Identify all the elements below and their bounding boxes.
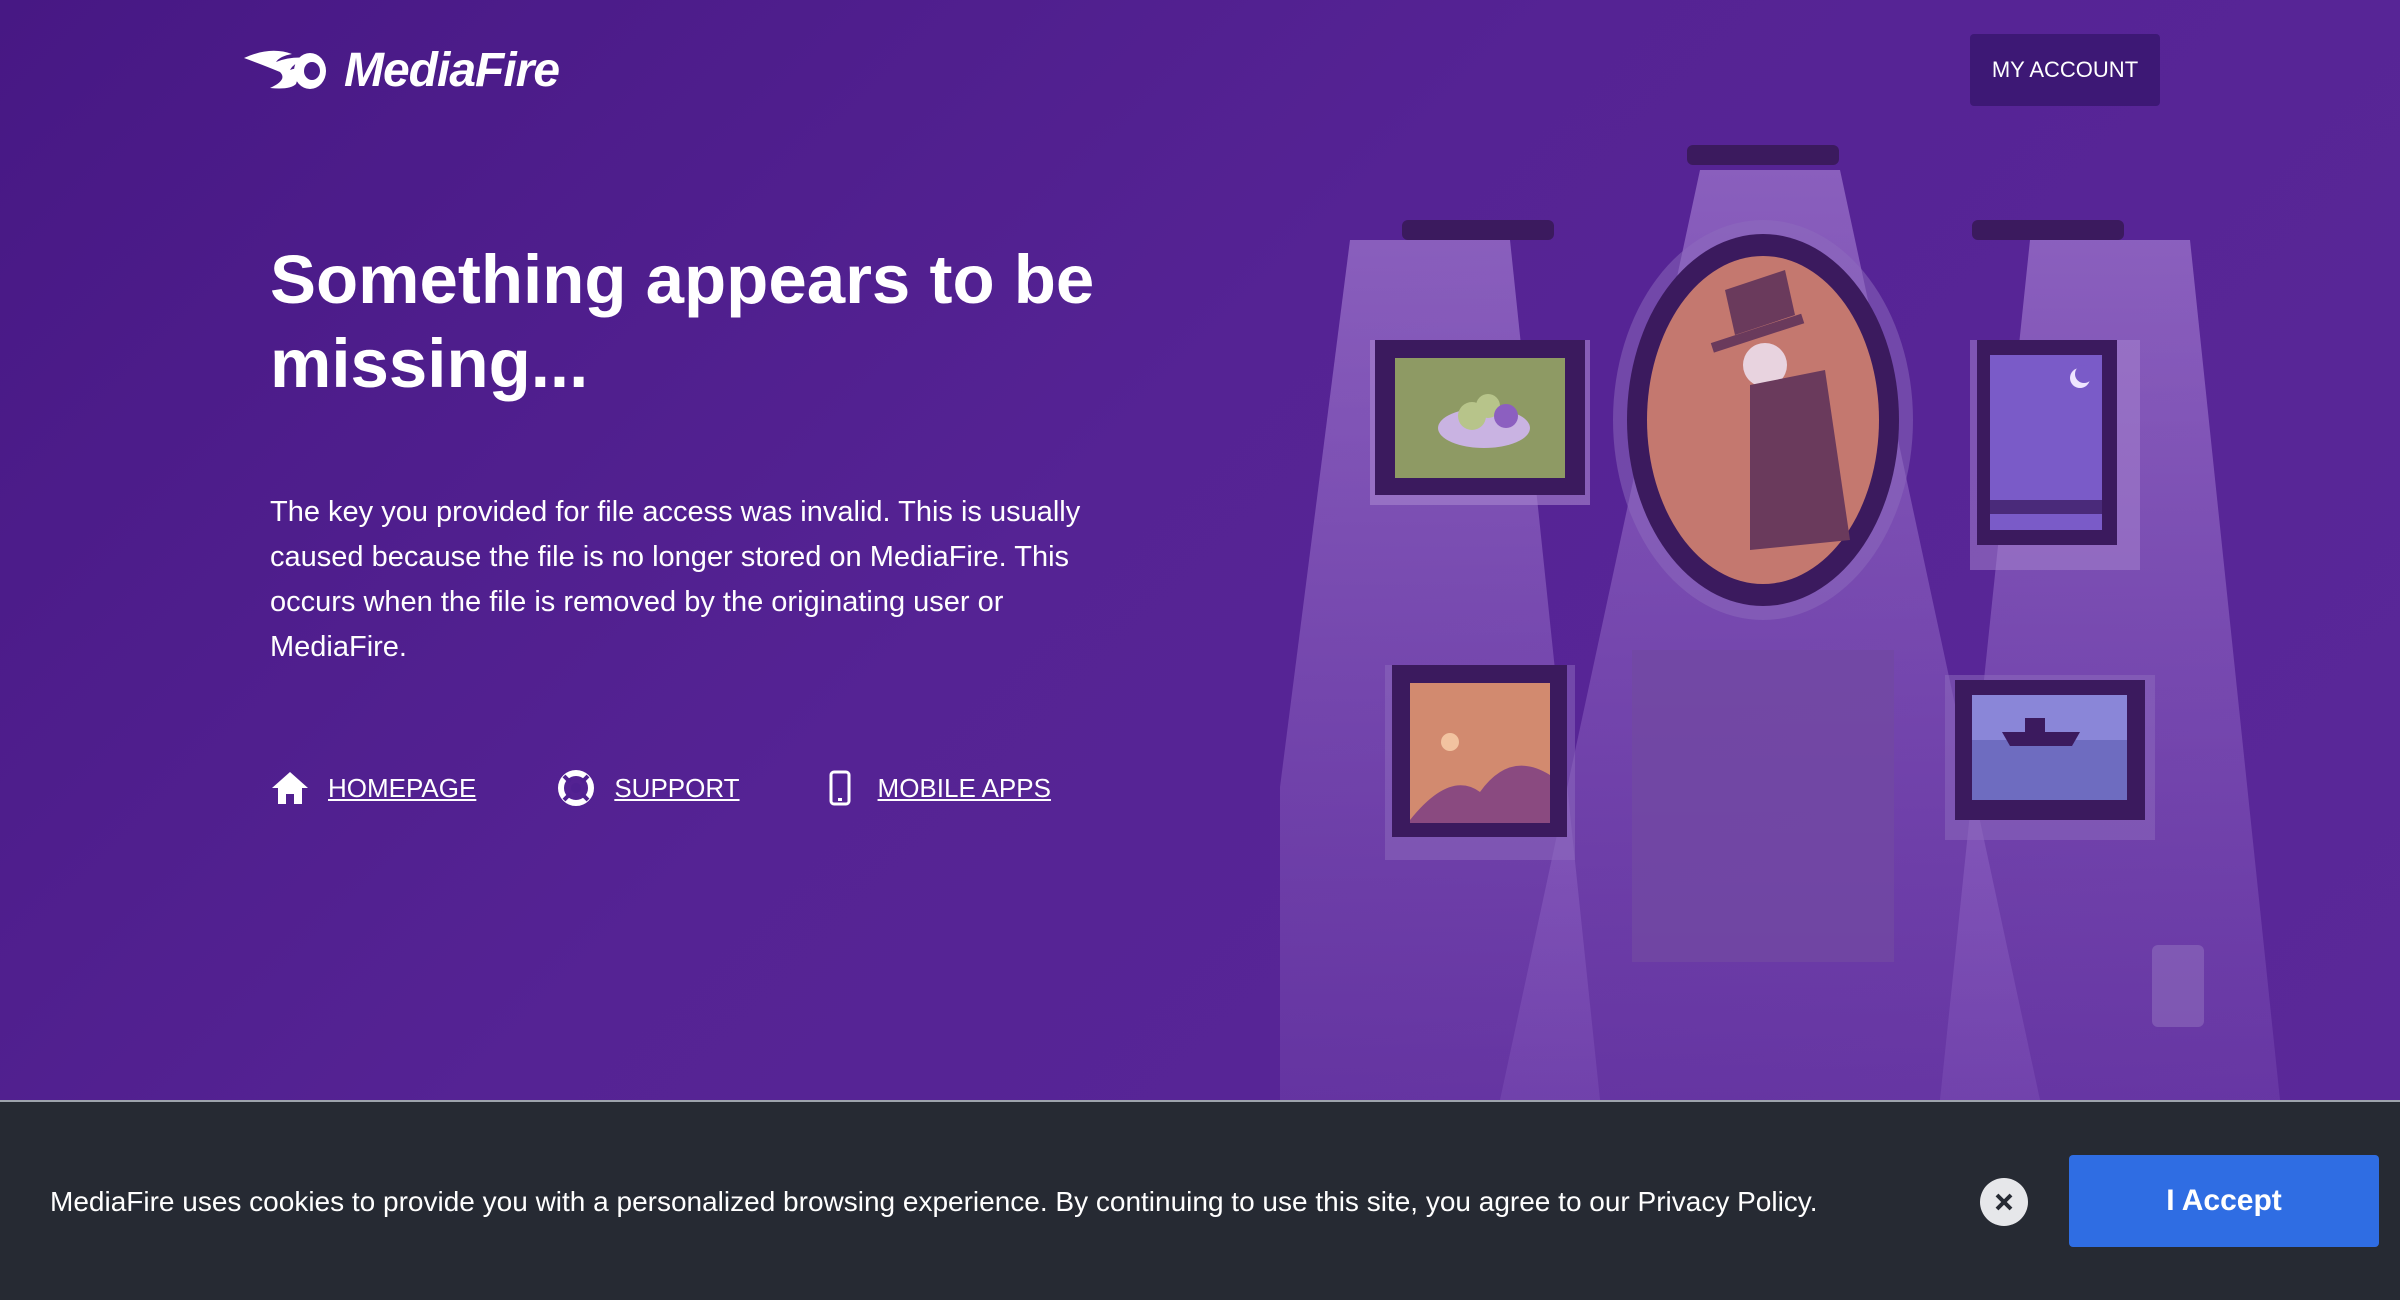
night-window-painting [1970, 340, 2140, 570]
gallery-illustration [1280, 145, 2280, 1100]
flame-icon [244, 50, 326, 89]
close-icon [1995, 1193, 2013, 1211]
error-page: MediaFire MY ACCOUNT Something appears t… [0, 0, 2400, 1100]
support-link-label[interactable]: SUPPORT [614, 773, 739, 804]
mediafire-logo[interactable]: MediaFire [240, 40, 560, 100]
phone-icon [820, 768, 860, 808]
error-description: The key you provided for file access was… [270, 496, 1081, 663]
cookie-banner: MediaFire uses cookies to provide you wi… [0, 1100, 2400, 1300]
ship-painting [1945, 675, 2155, 840]
support-link[interactable]: SUPPORT [556, 768, 740, 808]
cookie-close-button[interactable] [1980, 1178, 2028, 1226]
help-links: HOMEPAGE SUPPORT MOBILE APPS [270, 768, 1131, 808]
gentleman-portrait [1613, 220, 1913, 620]
ceiling-lamp [1402, 220, 1554, 240]
home-icon [270, 768, 310, 808]
page-title: Something appears to be missing... [270, 241, 1095, 402]
logo-text: MediaFire [344, 43, 560, 97]
mobile-apps-link[interactable]: MOBILE APPS [820, 768, 1051, 808]
fruit-bowl-painting [1370, 340, 1590, 505]
wall-outlet [2152, 945, 2204, 1027]
sunset-mountain-painting [1385, 665, 1575, 860]
wall-panel [1632, 650, 1894, 962]
homepage-link[interactable]: HOMEPAGE [270, 768, 476, 808]
cookie-message: MediaFire uses cookies to provide you wi… [50, 1186, 1818, 1217]
ceiling-lamp [1972, 220, 2124, 240]
my-account-button[interactable]: MY ACCOUNT [1970, 34, 2160, 106]
lifebuoy-icon [556, 768, 596, 808]
accept-cookies-button[interactable]: I Accept [2069, 1155, 2379, 1247]
ceiling-lamp [1687, 145, 1839, 165]
mobile-apps-link-label[interactable]: MOBILE APPS [878, 773, 1051, 804]
homepage-link-label[interactable]: HOMEPAGE [328, 773, 476, 804]
